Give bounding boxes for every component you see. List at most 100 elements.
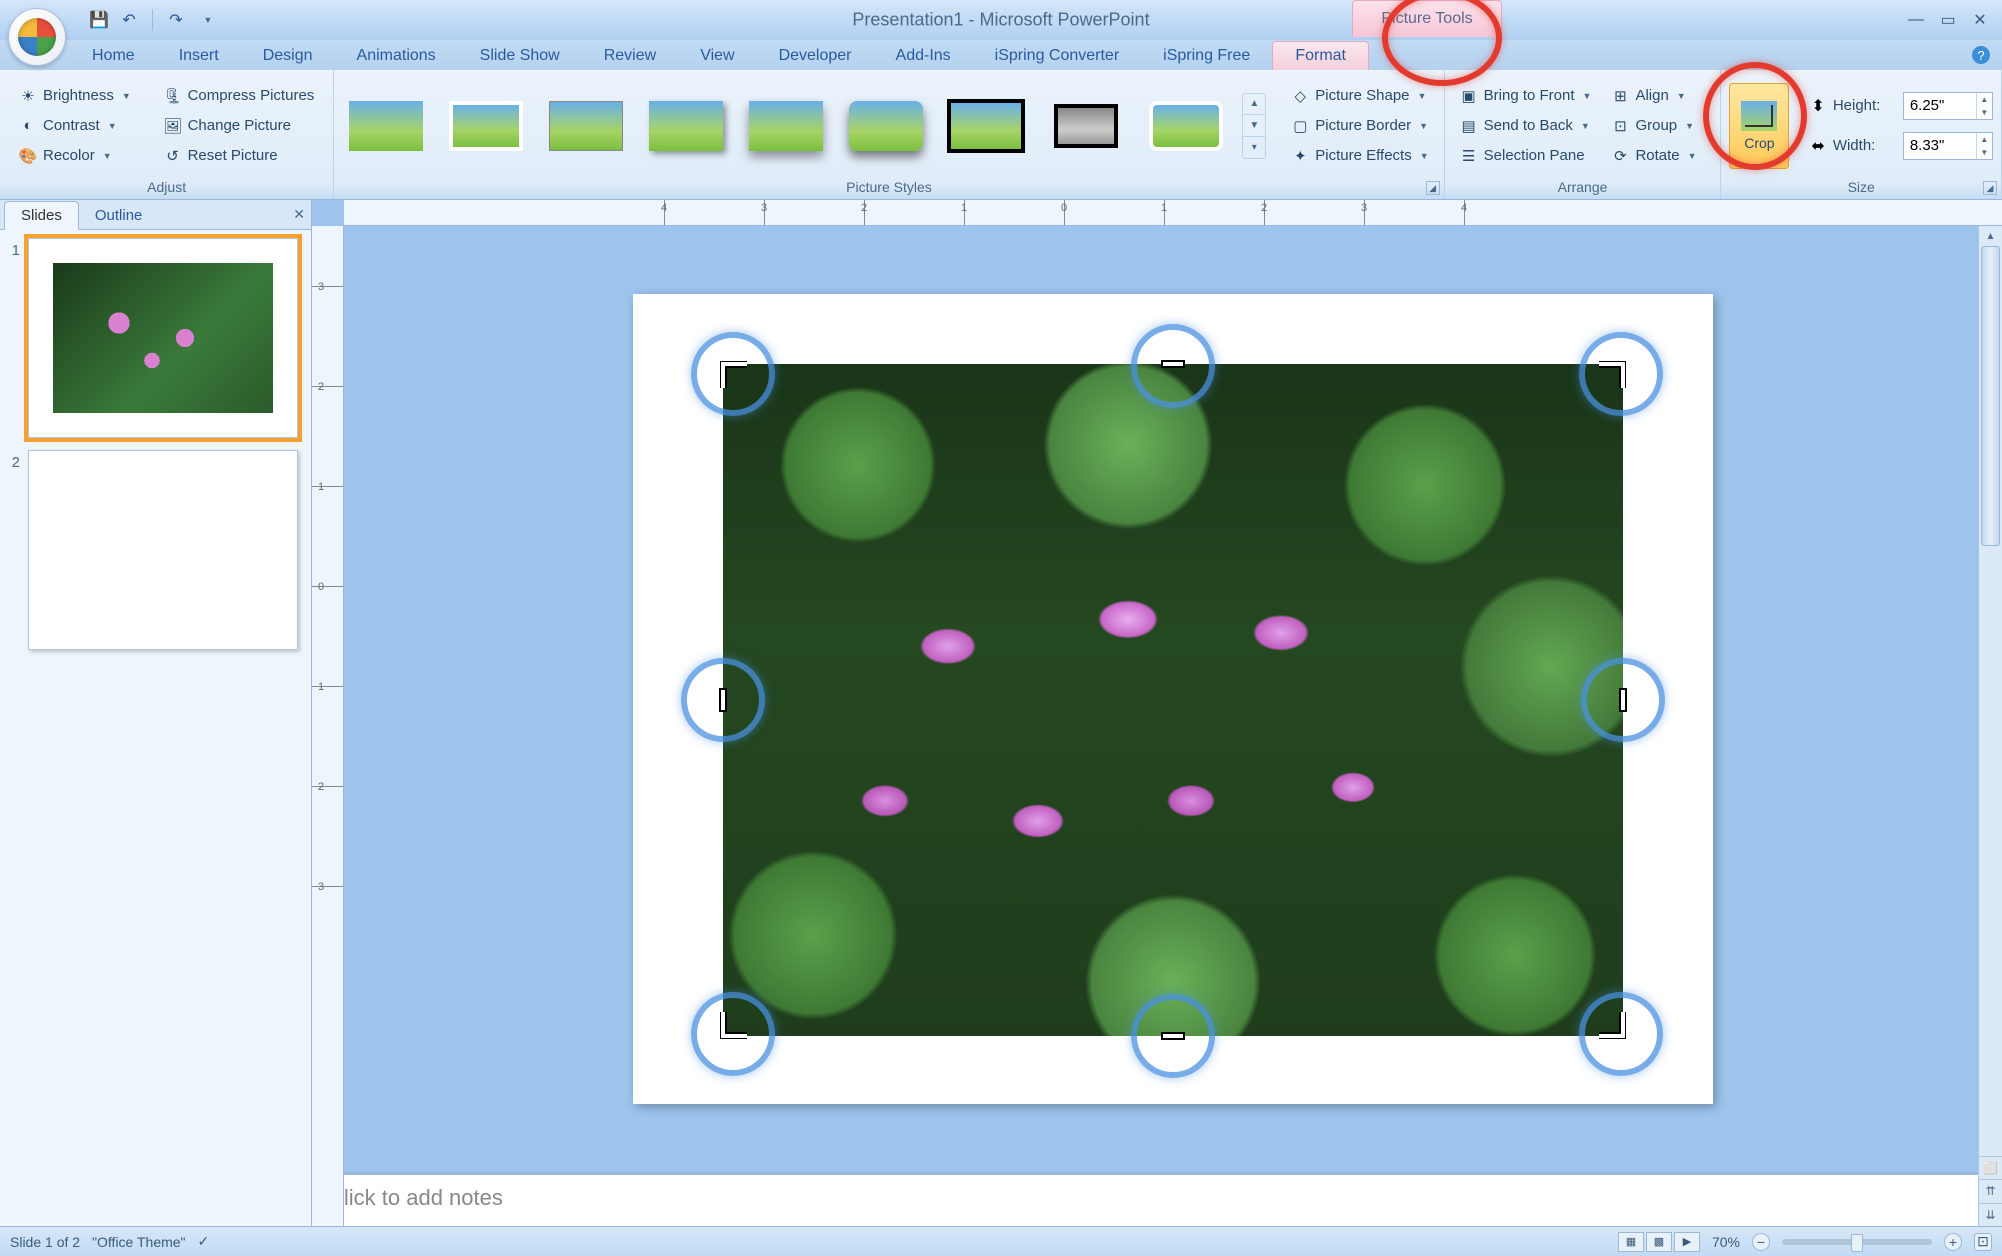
align-button[interactable]: ⊞Align▼ (1604, 83, 1703, 109)
spinner-up-icon[interactable]: ▲ (1977, 93, 1992, 106)
panel-tab-slides[interactable]: Slides (4, 201, 79, 230)
thumbnail-preview[interactable] (28, 450, 298, 650)
reset-picture-button[interactable]: ↺Reset Picture (157, 143, 322, 169)
slide-canvas[interactable] (344, 226, 2002, 1172)
crop-handle-bottom-right[interactable] (1596, 1009, 1626, 1039)
tab-format[interactable]: Format (1272, 41, 1369, 70)
crop-handle-top-right[interactable] (1596, 361, 1626, 391)
tab-insert[interactable]: Insert (157, 42, 241, 70)
align-label: Align (1635, 87, 1668, 104)
next-slide-up-icon[interactable]: ⇈ (1979, 1179, 2002, 1202)
help-icon[interactable]: ? (1972, 46, 1990, 64)
chevron-down-icon: ▼ (1685, 121, 1694, 131)
bring-front-icon: ▣ (1460, 87, 1478, 105)
tab-slide-show[interactable]: Slide Show (458, 42, 582, 70)
selection-pane-icon: ☰ (1460, 147, 1478, 165)
office-button[interactable] (8, 8, 66, 66)
ribbon-group-picture-styles: ▲ ▼ ▾ ◇Picture Shape▼ ▢Picture Border▼ ✦… (334, 70, 1444, 199)
picture-effects-button[interactable]: ✦Picture Effects▼ (1284, 143, 1435, 169)
gallery-scroll-up-icon[interactable]: ▲ (1243, 94, 1265, 116)
selection-pane-button[interactable]: ☰Selection Pane (1453, 143, 1599, 169)
crop-handle-top[interactable] (1158, 359, 1188, 369)
tab-design[interactable]: Design (241, 42, 335, 70)
spinner-arrows[interactable]: ▲▼ (1976, 133, 1992, 159)
style-item[interactable] (342, 93, 430, 159)
styles-dialog-launcher[interactable]: ◢ (1426, 181, 1440, 195)
send-to-back-button[interactable]: ▤Send to Back▼ (1453, 113, 1599, 139)
minimize-button[interactable]: — (1906, 10, 1926, 30)
close-button[interactable]: ✕ (1970, 10, 1990, 30)
slideshow-view-button[interactable]: ▶ (1674, 1232, 1700, 1252)
style-item[interactable] (542, 93, 630, 159)
fit-to-window-button[interactable]: ⊡ (1974, 1233, 1992, 1251)
thumbnail-preview[interactable] (28, 238, 298, 438)
compress-pictures-button[interactable]: 🗜Compress Pictures (157, 83, 322, 109)
style-item[interactable] (942, 93, 1030, 159)
next-slide-down-icon[interactable]: ⇊ (1979, 1203, 2002, 1226)
spinner-down-icon[interactable]: ▼ (1977, 106, 1992, 119)
spinner-arrows[interactable]: ▲▼ (1976, 93, 1992, 119)
size-dialog-launcher[interactable]: ◢ (1983, 181, 1997, 195)
group-label-btn: Group (1635, 117, 1677, 134)
crop-handle-bottom[interactable] (1158, 1031, 1188, 1041)
tab-add-ins[interactable]: Add-Ins (874, 42, 973, 70)
panel-tab-outline[interactable]: Outline (79, 202, 159, 229)
notes-panel[interactable]: Click to add notes (312, 1172, 2002, 1226)
tab-ispring-converter[interactable]: iSpring Converter (973, 42, 1142, 70)
style-item[interactable] (842, 93, 930, 159)
scroll-up-icon[interactable]: ▲ (1979, 226, 2002, 246)
style-item[interactable] (642, 93, 730, 159)
selected-image[interactable] (723, 364, 1623, 1036)
tab-developer[interactable]: Developer (757, 42, 874, 70)
save-icon[interactable]: 💾 (88, 9, 110, 31)
maximize-button[interactable]: ▭ (1938, 10, 1958, 30)
tab-animations[interactable]: Animations (335, 42, 458, 70)
contrast-button[interactable]: ◐Contrast▼ (12, 113, 138, 139)
gallery-scroll-down-icon[interactable]: ▼ (1243, 115, 1265, 137)
style-item[interactable] (1042, 93, 1130, 159)
spellcheck-icon[interactable]: ✓ (198, 1233, 210, 1250)
panel-close-icon[interactable]: ✕ (293, 206, 305, 223)
zoom-in-button[interactable]: + (1944, 1233, 1962, 1251)
crop-handle-bottom-left[interactable] (720, 1009, 750, 1039)
tab-ispring-free[interactable]: iSpring Free (1141, 42, 1272, 70)
spinner-down-icon[interactable]: ▼ (1977, 146, 1992, 159)
slide-editor: ▲ ⬜ ⇈ ⇊ Click to add notes (312, 200, 2002, 1226)
tab-review[interactable]: Review (582, 42, 678, 70)
picture-shape-button[interactable]: ◇Picture Shape▼ (1284, 83, 1435, 109)
prev-slide-icon[interactable]: ⬜ (1979, 1156, 2002, 1179)
change-picture-button[interactable]: 🖼Change Picture (157, 113, 322, 139)
rotate-button[interactable]: ⟳Rotate▼ (1604, 143, 1703, 169)
tab-view[interactable]: View (678, 42, 756, 70)
brightness-button[interactable]: ☀Brightness▼ (12, 83, 138, 109)
normal-view-button[interactable]: ▦ (1618, 1232, 1644, 1252)
recolor-button[interactable]: 🎨Recolor▼ (12, 143, 138, 169)
zoom-slider[interactable] (1782, 1239, 1932, 1245)
style-item[interactable] (742, 93, 830, 159)
thumbnail-item[interactable]: 2 (4, 450, 307, 650)
status-bar: Slide 1 of 2 "Office Theme" ✓ ▦ ▩ ▶ 70% … (0, 1226, 2002, 1256)
picture-border-button[interactable]: ▢Picture Border▼ (1284, 113, 1435, 139)
vertical-scrollbar[interactable]: ▲ ⬜ ⇈ ⇊ (1978, 226, 2002, 1226)
gallery-more-icon[interactable]: ▾ (1243, 137, 1265, 158)
style-item[interactable] (442, 93, 530, 159)
undo-icon[interactable]: ↶ (118, 9, 140, 31)
crop-handle-top-left[interactable] (720, 361, 750, 391)
spinner-up-icon[interactable]: ▲ (1977, 133, 1992, 146)
tab-home[interactable]: Home (70, 42, 157, 70)
style-item[interactable] (1142, 93, 1230, 159)
height-input[interactable]: 6.25" ▲▼ (1903, 92, 1993, 120)
redo-icon[interactable]: ↷ (165, 9, 187, 31)
sorter-view-button[interactable]: ▩ (1646, 1232, 1672, 1252)
thumbnail-item[interactable]: 1 (4, 238, 307, 438)
crop-handle-right[interactable] (1618, 685, 1628, 715)
zoom-out-button[interactable]: − (1752, 1233, 1770, 1251)
gallery-scroll-buttons[interactable]: ▲ ▼ ▾ (1242, 93, 1266, 159)
scrollbar-thumb[interactable] (1981, 246, 2000, 546)
crop-handle-left[interactable] (718, 685, 728, 715)
group-button[interactable]: ⊡Group▼ (1604, 113, 1703, 139)
crop-button[interactable]: Crop (1729, 83, 1789, 169)
bring-to-front-button[interactable]: ▣Bring to Front▼ (1453, 83, 1599, 109)
qat-customize-icon[interactable]: ▼ (197, 9, 219, 31)
width-input[interactable]: 8.33" ▲▼ (1903, 132, 1993, 160)
